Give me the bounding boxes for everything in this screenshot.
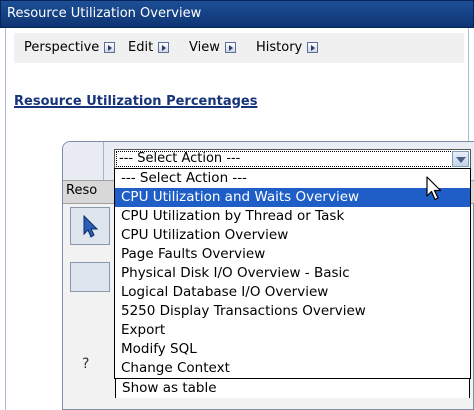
- menu-edit[interactable]: Edit: [128, 40, 170, 55]
- side-mark: ?: [82, 356, 90, 372]
- option-5250-display-transactions[interactable]: 5250 Display Transactions Overview: [115, 302, 470, 321]
- option-select-action[interactable]: --- Select Action ---: [115, 169, 470, 188]
- action-select[interactable]: --- Select Action ---: [114, 149, 471, 169]
- panel-tab-label[interactable]: Reso: [66, 183, 97, 198]
- menu-arrow-icon[interactable]: [307, 42, 319, 53]
- window-title-bar: Resource Utilization Overview: [0, 0, 474, 28]
- secondary-tool-button[interactable]: [70, 262, 110, 292]
- option-logical-database-io[interactable]: Logical Database I/O Overview: [115, 283, 470, 302]
- action-dropdown-list: --- Select Action --- CPU Utilization an…: [114, 168, 471, 379]
- menu-history-label: History: [256, 40, 303, 55]
- option-page-faults-overview[interactable]: Page Faults Overview: [115, 245, 470, 264]
- option-show-as-table[interactable]: Show as table: [115, 379, 470, 398]
- menu-view-label: View: [189, 40, 220, 55]
- action-select-value: --- Select Action ---: [119, 151, 241, 166]
- menu-view[interactable]: View: [189, 40, 236, 55]
- option-physical-disk-io[interactable]: Physical Disk I/O Overview - Basic: [115, 264, 470, 283]
- menu-arrow-icon[interactable]: [158, 42, 170, 53]
- menu-bar: Perspective Edit View History: [14, 33, 464, 63]
- option-change-context[interactable]: Change Context: [115, 359, 470, 378]
- window-title: Resource Utilization Overview: [7, 6, 202, 21]
- option-cpu-utilization-by-thread[interactable]: CPU Utilization by Thread or Task: [115, 207, 470, 226]
- toolbar-divider: [103, 142, 104, 180]
- section-title: Resource Utilization Percentages: [14, 94, 258, 109]
- option-cpu-utilization-and-waits[interactable]: CPU Utilization and Waits Overview: [115, 188, 470, 207]
- pointer-cursor-icon: [426, 176, 442, 201]
- menu-perspective[interactable]: Perspective: [24, 40, 116, 55]
- menu-perspective-label: Perspective: [24, 40, 100, 55]
- option-cpu-utilization-overview[interactable]: CPU Utilization Overview: [115, 226, 470, 245]
- menu-edit-label: Edit: [128, 40, 154, 55]
- option-modify-sql[interactable]: Modify SQL: [115, 340, 470, 359]
- menu-history[interactable]: History: [256, 40, 319, 55]
- option-export[interactable]: Export: [115, 321, 470, 340]
- frame-border-left: [5, 28, 6, 410]
- select-tool-icon: [83, 214, 99, 238]
- select-tool-button[interactable]: [70, 207, 110, 245]
- menu-arrow-icon[interactable]: [104, 42, 116, 53]
- menu-arrow-icon[interactable]: [224, 42, 236, 53]
- dropdown-arrow-icon[interactable]: [452, 151, 469, 167]
